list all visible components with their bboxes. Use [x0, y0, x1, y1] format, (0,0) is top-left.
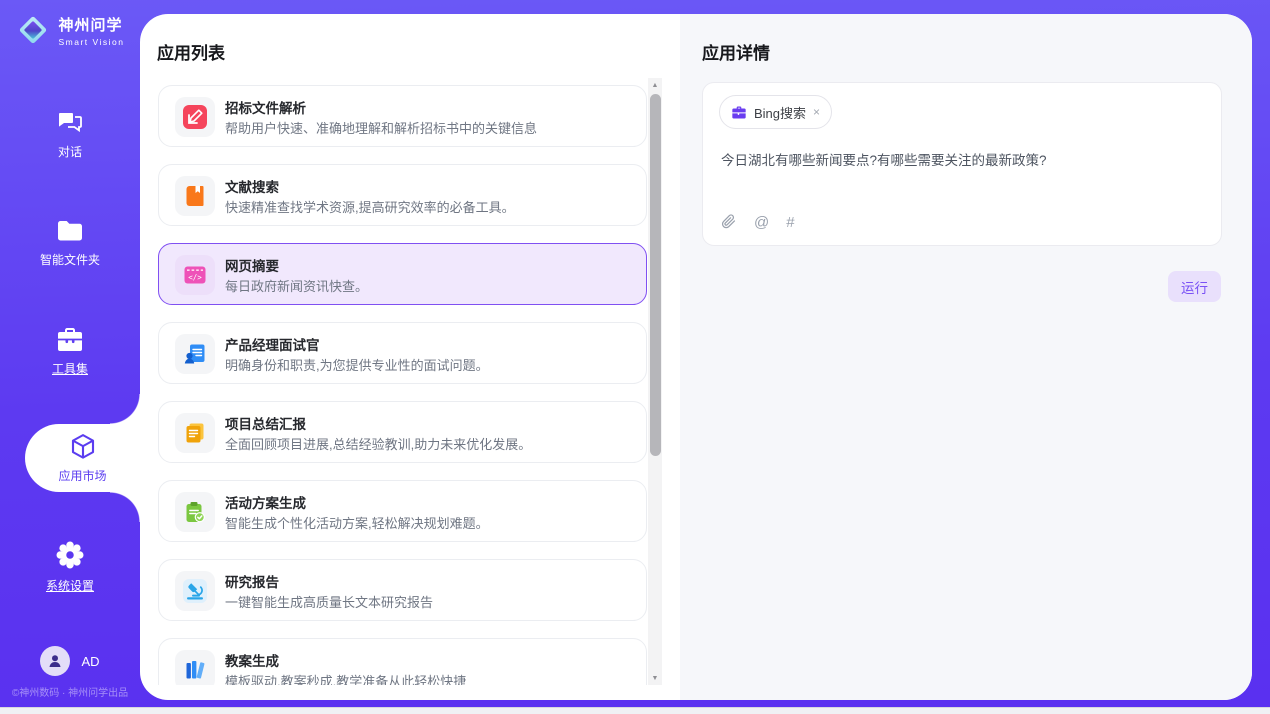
edit-icon: [175, 97, 215, 137]
toolbox-icon: [55, 326, 85, 353]
user-initials: AD: [81, 654, 99, 669]
app-card-title: 活动方案生成: [225, 492, 306, 512]
cube-icon: [68, 432, 98, 462]
clipboard-check-icon: [175, 492, 215, 532]
sidebar-item-smart-folder[interactable]: 智能文件夹: [0, 218, 140, 268]
app-card-project-summary[interactable]: 项目总结汇报 全面回顾项目进展,总结经验教训,助力未来优化发展。: [158, 401, 647, 463]
prompt-input[interactable]: 今日湖北有哪些新闻要点?有哪些需要关注的最新政策?: [721, 151, 1203, 171]
app-card-title: 项目总结汇报: [225, 413, 306, 433]
app-card-research-report[interactable]: 研究报告 一键智能生成高质量长文本研究报告: [158, 559, 647, 621]
app-list-title: 应用列表: [157, 39, 225, 64]
list-scrollbar[interactable]: ▲ ▼: [648, 78, 662, 685]
prompt-card: Bing搜索 × 今日湖北有哪些新闻要点?有哪些需要关注的最新政策? @ #: [702, 82, 1222, 246]
close-icon[interactable]: ×: [813, 105, 820, 119]
app-card-desc: 每日政府新闻资讯快查。: [225, 276, 368, 295]
briefcase-icon: [731, 105, 747, 120]
input-toolbar: @ #: [721, 213, 795, 231]
browser-code-icon: </>: [175, 255, 215, 295]
books-icon: [175, 650, 215, 685]
app-card-title: 教案生成: [225, 650, 279, 670]
chat-icon: [55, 108, 85, 136]
scrollbar-thumb[interactable]: [650, 94, 661, 456]
tool-chip-label: Bing搜索: [754, 103, 806, 122]
notes-icon: [175, 413, 215, 453]
app-detail-panel: 应用详情 Bing搜索 × 今日湖北有哪些新闻要点?有哪些需要关注的最新政策?: [680, 14, 1252, 700]
microscope-icon: [175, 571, 215, 611]
sidebar-item-chat[interactable]: 对话: [0, 108, 140, 160]
avatar: [40, 646, 70, 676]
sidebar-item-label: 智能文件夹: [40, 251, 100, 268]
sidebar-item-app-market[interactable]: 应用市场: [25, 424, 140, 492]
app-card-title: 招标文件解析: [225, 97, 306, 117]
diamond-logo-icon: [15, 12, 51, 48]
app-card-desc: 全面回顾项目进展,总结经验教训,助力未来优化发展。: [225, 434, 531, 453]
app-card-lesson-plan[interactable]: 教案生成 模板驱动,教案秒成,教学准备从此轻松快捷: [158, 638, 647, 685]
app-card-web-summary[interactable]: </> 网页摘要 每日政府新闻资讯快查。: [158, 243, 647, 305]
sidebar-item-toolset[interactable]: 工具集: [0, 326, 140, 377]
app-card-event-plan[interactable]: 活动方案生成 智能生成个性化活动方案,轻松解决规划难题。: [158, 480, 647, 542]
gear-icon: [55, 540, 85, 570]
tool-chip-bing-search[interactable]: Bing搜索 ×: [719, 95, 832, 129]
scroll-down-icon[interactable]: ▼: [648, 671, 662, 685]
sidebar-item-label: 系统设置: [46, 577, 94, 594]
app-card-desc: 帮助用户快速、准确地理解和解析招标书中的关键信息: [225, 118, 537, 137]
app-detail-title: 应用详情: [702, 39, 770, 64]
brand-subtitle: Smart Vision: [58, 37, 124, 47]
interview-icon: [175, 334, 215, 374]
app-card-literature-search[interactable]: 文献搜索 快速精准查找学术资源,提高研究效率的必备工具。: [158, 164, 647, 226]
folder-icon: [55, 218, 85, 244]
brand-name: 神州问学: [58, 14, 124, 35]
copyright-text: ©神州数码 · 神州问学出品: [0, 684, 140, 699]
app-card-desc: 模板驱动,教案秒成,教学准备从此轻松快捷: [225, 671, 466, 685]
app-list: 招标文件解析 帮助用户快速、准确地理解和解析招标书中的关键信息 文献搜索 快速精…: [140, 78, 680, 685]
app-card-title: 研究报告: [225, 571, 279, 591]
sidebar: 神州问学 Smart Vision 对话 智能文件夹: [0, 0, 140, 708]
brand-logo: 神州问学 Smart Vision: [0, 12, 140, 48]
app-card-title: 文献搜索: [225, 176, 279, 196]
app-window: 神州问学 Smart Vision 对话 智能文件夹: [0, 0, 1270, 714]
bottom-edge: [0, 707, 1270, 714]
book-icon: [175, 176, 215, 216]
mention-icon[interactable]: @: [754, 214, 769, 231]
app-card-desc: 一键智能生成高质量长文本研究报告: [225, 592, 433, 611]
svg-text:</>: </>: [188, 273, 202, 282]
paperclip-icon[interactable]: [721, 213, 737, 231]
app-card-desc: 智能生成个性化活动方案,轻松解决规划难题。: [225, 513, 489, 532]
app-card-bid-parse[interactable]: 招标文件解析 帮助用户快速、准确地理解和解析招标书中的关键信息: [158, 85, 647, 147]
brand-text: 神州问学 Smart Vision: [58, 14, 124, 47]
app-card-title: 产品经理面试官: [225, 334, 320, 354]
main-panel: 应用列表 招标文件解析 帮助用户快速、准确地理解和解析招标书中的关键信息: [140, 14, 1252, 700]
sidebar-item-settings[interactable]: 系统设置: [0, 540, 140, 594]
sidebar-item-label: 对话: [58, 143, 82, 160]
app-card-pm-interviewer[interactable]: 产品经理面试官 明确身份和职责,为您提供专业性的面试问题。: [158, 322, 647, 384]
sidebar-item-label: 应用市场: [58, 467, 106, 484]
run-button[interactable]: 运行: [1168, 271, 1221, 302]
scroll-up-icon[interactable]: ▲: [648, 78, 662, 92]
app-card-title: 网页摘要: [225, 255, 279, 275]
app-list-panel: 应用列表 招标文件解析 帮助用户快速、准确地理解和解析招标书中的关键信息: [140, 14, 680, 700]
hash-icon[interactable]: #: [786, 214, 794, 231]
sidebar-item-label: 工具集: [52, 360, 88, 377]
app-card-desc: 明确身份和职责,为您提供专业性的面试问题。: [225, 355, 489, 374]
app-card-desc: 快速精准查找学术资源,提高研究效率的必备工具。: [225, 197, 515, 216]
user-account[interactable]: AD: [0, 646, 140, 676]
